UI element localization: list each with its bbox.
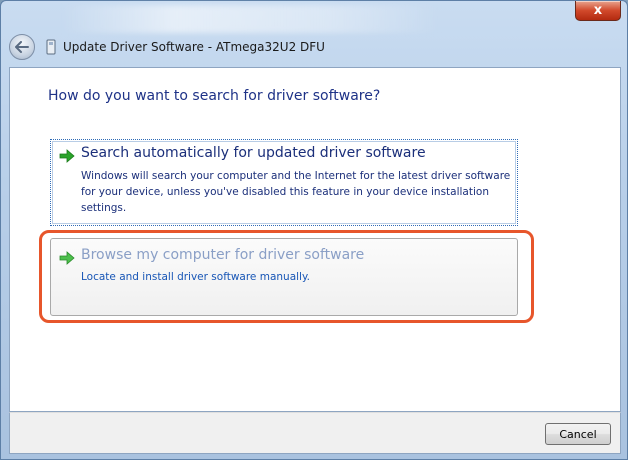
green-arrow-icon	[59, 149, 75, 163]
footer-bar: Cancel	[9, 412, 621, 454]
search-automatically-option[interactable]: Search automatically for updated driver …	[50, 139, 518, 226]
cancel-button[interactable]: Cancel	[545, 423, 611, 445]
option-description: Windows will search your computer and th…	[81, 170, 511, 214]
close-button[interactable]: x	[575, 1, 621, 21]
back-arrow-icon	[15, 41, 29, 53]
content-area: How do you want to search for driver sof…	[9, 67, 621, 412]
highlight-annotation	[39, 230, 534, 323]
window-title: Update Driver Software - ATmega32U2 DFU	[63, 40, 325, 54]
device-icon	[45, 39, 57, 55]
option-title: Search automatically for updated driver …	[81, 145, 426, 161]
title-bar: Update Driver Software - ATmega32U2 DFU	[9, 33, 325, 61]
dialog-window: x Update Driver Software - ATmega32U2 DF…	[0, 0, 628, 460]
background-blur	[61, 5, 441, 33]
page-heading: How do you want to search for driver sof…	[48, 88, 381, 104]
close-icon: x	[593, 3, 603, 18]
back-button[interactable]	[9, 34, 35, 60]
